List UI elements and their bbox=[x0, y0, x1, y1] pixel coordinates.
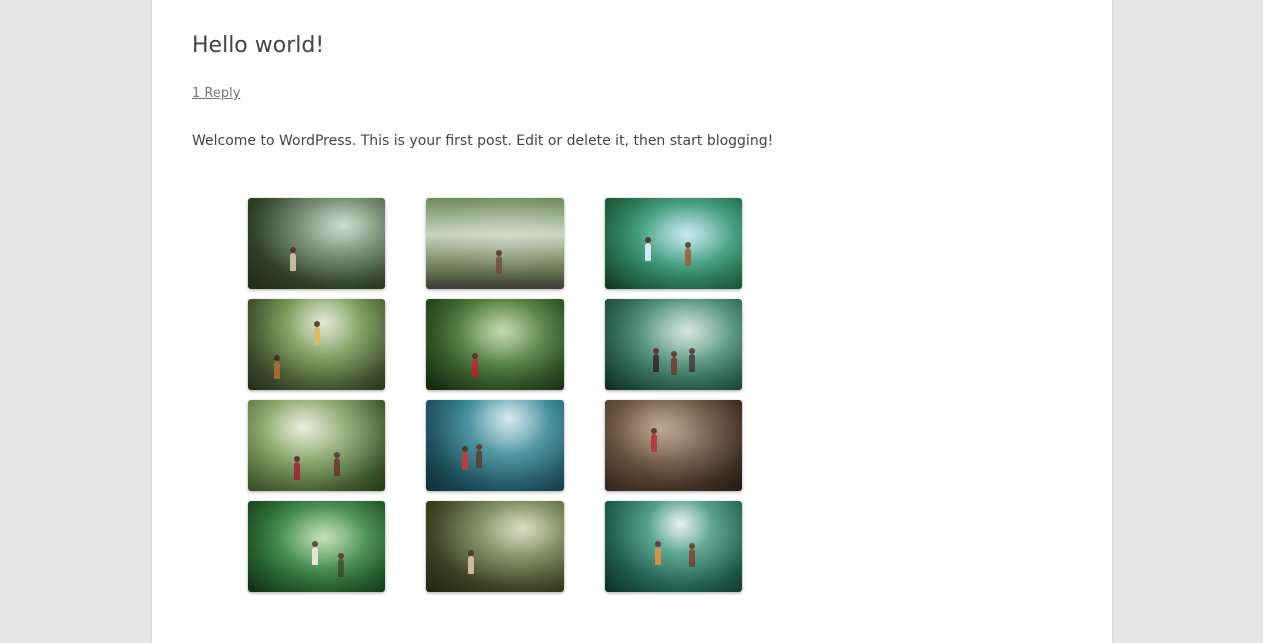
gallery-image[interactable] bbox=[426, 501, 564, 592]
gallery-image[interactable] bbox=[605, 198, 742, 289]
gallery-image[interactable] bbox=[248, 299, 385, 390]
gallery-image[interactable] bbox=[426, 400, 564, 491]
image-gallery bbox=[248, 198, 742, 592]
comments-link[interactable]: 1 Reply bbox=[192, 85, 240, 103]
post-content: Welcome to WordPress. This is your first… bbox=[192, 133, 774, 149]
gallery-image[interactable] bbox=[426, 299, 564, 390]
gallery-image[interactable] bbox=[605, 501, 742, 592]
gallery-image[interactable] bbox=[248, 198, 385, 289]
gallery-image[interactable] bbox=[605, 299, 742, 390]
post-page: Hello world! 1 Reply Welcome to WordPres… bbox=[152, 0, 1112, 643]
gallery-image[interactable] bbox=[426, 198, 564, 289]
gallery-image[interactable] bbox=[248, 400, 385, 491]
gallery-image[interactable] bbox=[248, 501, 385, 592]
post-title[interactable]: Hello world! bbox=[192, 30, 324, 62]
gallery-image[interactable] bbox=[605, 400, 742, 491]
